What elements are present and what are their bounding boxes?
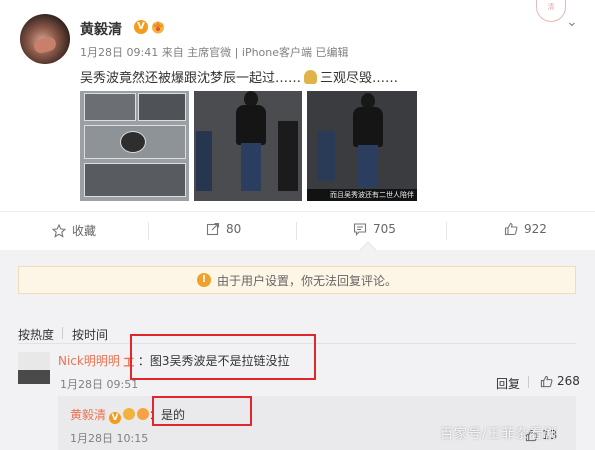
post-text-part2: 三观尽毁…… — [320, 71, 399, 86]
comment-button[interactable]: 705 — [353, 222, 396, 236]
reply-button[interactable]: 回复 — [496, 375, 520, 392]
favorite-button[interactable]: 收藏 — [52, 222, 96, 239]
divider — [148, 222, 149, 240]
verified-badge-icon: V — [109, 412, 122, 424]
sort-by-hot[interactable]: 按热度 — [18, 326, 54, 343]
comment-icon — [353, 223, 367, 236]
comment-time: 1月28日 09:51 — [60, 378, 139, 391]
fan-badge-icon — [137, 408, 150, 420]
thumbs-up-icon — [504, 222, 518, 236]
chevron-down-icon[interactable]: ⌄ — [566, 14, 578, 30]
stamp-seal-icon: 清 — [536, 0, 566, 22]
post-photo-3[interactable]: 而且吴秀波还有二世人陪伴 — [307, 91, 417, 201]
comment-like-count: 268 — [557, 374, 580, 388]
vip-crown-icon — [152, 21, 164, 34]
highlight-box-comment — [130, 334, 316, 380]
divider — [446, 222, 447, 240]
highlight-box-reply — [152, 396, 252, 426]
divider — [528, 376, 529, 388]
divider — [0, 211, 595, 212]
author-name[interactable]: 黄毅清 — [80, 19, 122, 39]
forward-button[interactable]: 80 — [206, 222, 241, 236]
comment-like-button[interactable]: 268 — [540, 374, 580, 388]
warning-icon: ! — [196, 273, 211, 287]
shocked-emoji-icon — [304, 70, 318, 84]
forward-count: 80 — [226, 222, 242, 236]
watermark: 百家号/王菲杂看剧 — [440, 427, 558, 442]
post-meta: 1月28日 09:41 来自 主席官微 | iPhone客户端 已编辑 — [80, 46, 349, 59]
reply-time: 1月28日 10:15 — [70, 432, 149, 445]
verified-badge-icon: V — [134, 20, 148, 34]
favorite-label: 收藏 — [72, 224, 97, 238]
author-avatar[interactable] — [20, 14, 70, 64]
comment-count: 705 — [373, 222, 396, 236]
like-count: 922 — [524, 222, 547, 236]
reply-disabled-notice: ! 由于用户设置，你无法回复评论。 — [18, 266, 576, 294]
replier-name[interactable]: 黄毅清 — [70, 408, 106, 422]
post-photo-1[interactable] — [80, 91, 189, 201]
post-text: 吴秀波竟然还被爆跟沈梦辰一起过…… 三观尽毁…… — [80, 67, 398, 86]
like-button[interactable]: 922 — [504, 222, 547, 236]
divider — [62, 327, 63, 339]
star-icon — [52, 223, 66, 238]
vip-crown-icon — [123, 408, 136, 420]
forward-icon — [206, 222, 220, 236]
post-photo-2[interactable] — [194, 91, 302, 201]
post-text-part1: 吴秀波竟然还被爆跟沈梦辰一起过…… — [80, 71, 302, 86]
commenter-avatar[interactable] — [18, 352, 50, 384]
photo-caption: 而且吴秀波还有二世人陪伴 — [307, 189, 417, 201]
thumbs-up-icon — [540, 375, 553, 387]
commenter-name[interactable]: Nick明明明 — [58, 354, 120, 368]
divider — [296, 222, 297, 240]
sort-by-time[interactable]: 按时间 — [72, 326, 108, 343]
notice-text: 由于用户设置，你无法回复评论。 — [216, 273, 397, 288]
